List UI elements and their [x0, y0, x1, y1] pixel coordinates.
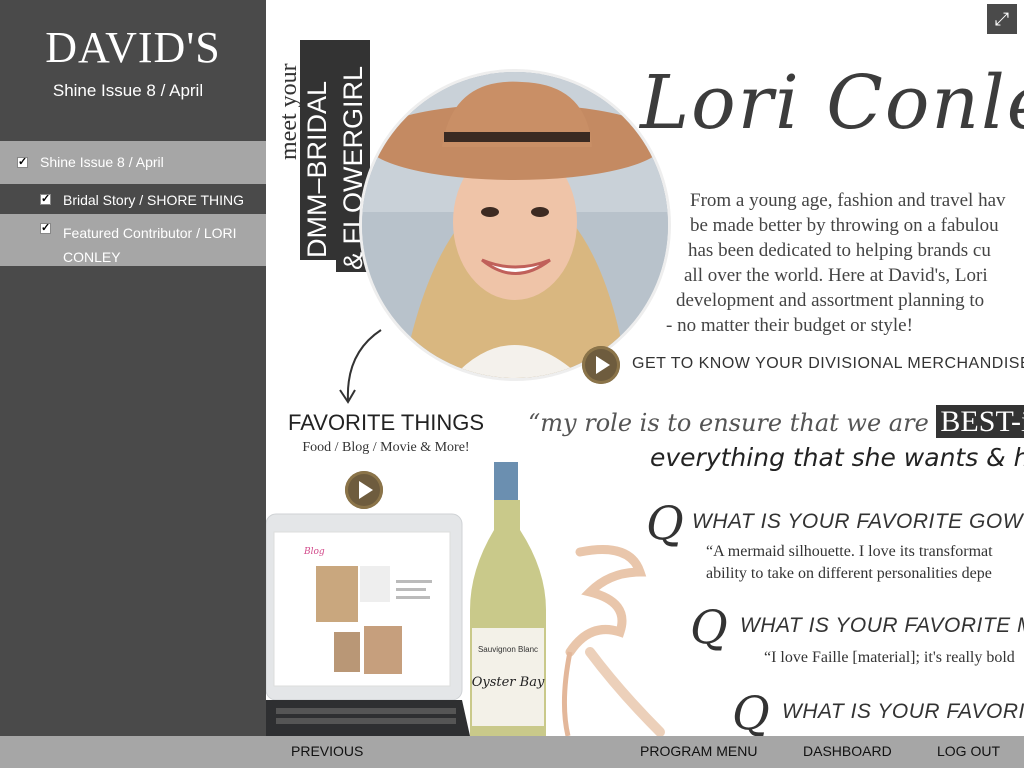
program-menu-button[interactable]: PROGRAM MENU [640, 743, 757, 759]
wine-varietal: Sauvignon Blanc [478, 645, 538, 654]
bio-line: all over the world. Here at David's, Lor… [684, 265, 988, 286]
sidebar: DAVID'S Shine Issue 8 / April ✓ Shine Is… [0, 0, 266, 736]
play-favorites-icon[interactable] [345, 471, 383, 509]
nav-item-label: Featured Contributor / LORI CONLEY [63, 225, 237, 265]
expand-icon[interactable]: ⤢ [987, 4, 1017, 34]
previous-button[interactable]: PREVIOUS [291, 743, 363, 759]
wine-bottle-image: Sauvignon Blanc Oyster Bay [470, 462, 546, 736]
checkbox-icon[interactable]: ✓ [17, 157, 28, 168]
role-line1: DMM–BRIDAL [302, 80, 332, 258]
q-mark: Q [690, 600, 728, 654]
logout-button[interactable]: LOG OUT [937, 743, 1000, 759]
meet-your-text: meet your [276, 63, 302, 160]
bio-line: be made better by throwing on a fabulou [690, 215, 999, 236]
q-mark: Q [732, 686, 770, 736]
answer-1-line: ability to take on different personaliti… [706, 565, 992, 582]
answer-2-line: “I love Faille [material]; it's really b… [764, 649, 1015, 666]
answer-1-line: “A mermaid silhouette. I love its transf… [706, 543, 993, 560]
arrow-icon [339, 329, 382, 404]
question-3: WHAT IS YOUR FAVORIT [782, 700, 1024, 723]
heel-shoe-image [561, 545, 665, 736]
nav-item-label: Bridal Story / SHORE THING [63, 192, 245, 208]
issue-heading: Shine Issue 8 / April [52, 81, 204, 100]
quote-highlight: BEST-in-C [936, 405, 1024, 438]
question-1: WHAT IS YOUR FAVORITE GOW [692, 510, 1024, 533]
bio-line: development and assortment planning to [676, 290, 985, 311]
bio-line: - no matter their budget or style! [666, 315, 913, 336]
get-to-know-link[interactable]: GET TO KNOW YOUR DIVISIONAL MERCHANDISE … [632, 355, 1024, 373]
checkbox-icon[interactable]: ✓ [40, 223, 51, 234]
favorite-things-subtitle: Food / Blog / Movie & More! [302, 440, 470, 455]
contributor-name: Lori Conley [640, 60, 1024, 146]
nav-item-label: Shine Issue 8 / April [40, 154, 164, 170]
footer-nav: PREVIOUS PROGRAM MENU DASHBOARD LOG OUT [0, 736, 1024, 768]
play-video-icon[interactable] [582, 346, 620, 384]
wine-brand: Oyster Bay [472, 675, 545, 690]
quote-line-1: “my role is to ensure that we are BEST-i… [528, 405, 1024, 439]
laptop-image: Blog [266, 513, 470, 736]
quote-prefix: “my role is to ensure that we are [528, 409, 929, 437]
quote-line-2: everything that she wants & h [650, 443, 1024, 472]
checkbox-icon[interactable]: ✓ [40, 194, 51, 205]
question-2: WHAT IS YOUR FAVORITE M [740, 614, 1024, 637]
role-badge: DMM–BRIDAL & FLOWERGIRL [300, 40, 370, 272]
nav-item-featured-contributor[interactable]: ✓ Featured Contributor / LORI CONLEY [0, 214, 266, 266]
bio-paragraph: From a young age, fashion and travel hav… [662, 188, 1024, 338]
svg-text:Blog: Blog [303, 547, 325, 557]
nav-item-bridal-story[interactable]: ✓ Bridal Story / SHORE THING [0, 184, 266, 214]
bio-line: has been dedicated to helping brands cu [688, 240, 991, 261]
article-content[interactable]: ⤢ meet your DMM–BRIDAL & FLOWERGIRL Lori… [266, 0, 1024, 736]
bio-line: From a young age, fashion and travel hav [690, 190, 1006, 211]
portrait-photo [362, 72, 668, 378]
davids-logo: DAVID'S [45, 23, 221, 72]
dashboard-button[interactable]: DASHBOARD [803, 743, 892, 759]
nav-item-shine-issue[interactable]: ✓ Shine Issue 8 / April [0, 141, 266, 184]
favorite-things-title: FAVORITE THINGS [288, 410, 484, 435]
